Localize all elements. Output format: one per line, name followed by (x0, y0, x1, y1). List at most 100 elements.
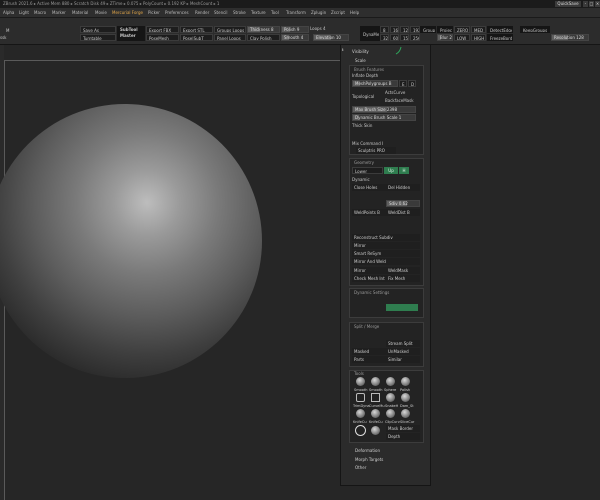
sculptris-pro-button[interactable]: Sculptris PRO (356, 147, 396, 154)
weld-mask-button[interactable]: WeldMask (386, 267, 420, 274)
menu-picker[interactable]: Picker (148, 10, 160, 15)
close-holes-button[interactable]: Close Holes (352, 184, 386, 191)
masked-button[interactable]: Masked (352, 348, 386, 355)
mix-command-label[interactable]: Mix Command I (352, 141, 383, 146)
menu-texture[interactable]: Texture (251, 10, 266, 15)
minimize-button[interactable]: - (583, 1, 588, 7)
mirror2-button[interactable]: Mirror (352, 267, 386, 274)
dynamic-subdiv-label[interactable]: Dynamic (352, 177, 370, 182)
res-192-button[interactable]: 192 (410, 26, 420, 33)
turntable-button[interactable]: Turntable (80, 34, 116, 41)
blur-slider[interactable]: Blur 2 (437, 34, 453, 41)
menu-mercurial-forge[interactable]: Mercurial Forge (112, 10, 143, 15)
meshpoly-d-button[interactable]: D (408, 80, 416, 87)
quicksave-button[interactable]: QuickSave (555, 1, 581, 7)
menu-zscript[interactable]: Zscript (331, 10, 345, 15)
similar-button[interactable]: Similar (386, 356, 420, 363)
weld-dist-button[interactable]: WeldDist B (386, 209, 420, 216)
smooth-slider[interactable]: Smooth 4 (281, 34, 309, 41)
menu-help[interactable]: Help (350, 10, 359, 15)
export-stl-button[interactable]: Export STL (180, 26, 213, 33)
menu-zplugin[interactable]: Zplugin (311, 10, 326, 15)
smooth2-tool-icon[interactable] (371, 377, 380, 386)
weld-points-button[interactable]: WeldPoints B (352, 209, 386, 216)
menu-tool[interactable]: Tool (271, 10, 279, 15)
resolution-slider[interactable]: Resolution 128 (551, 34, 589, 41)
menu-render[interactable]: Render (195, 10, 209, 15)
mirror-and-weld-button[interactable]: Mirror And Weld (352, 258, 420, 265)
panel-loops-button[interactable]: Panel Loops (214, 34, 246, 41)
med-button[interactable]: MED (471, 26, 486, 33)
slice-curve-tool-icon[interactable] (401, 409, 410, 418)
parts-button[interactable]: Parts (352, 356, 386, 363)
close-button[interactable]: × (595, 1, 600, 7)
subtool-master-button[interactable]: SubTool Master (117, 26, 145, 41)
max-brush-size-slider[interactable]: Max Brush Size 2398 (352, 106, 416, 113)
acts-curve-label[interactable]: ActsCurve (385, 90, 405, 95)
polish-tool-icon[interactable] (401, 377, 410, 386)
loops-slider[interactable]: Loops 4 (310, 26, 326, 31)
detect-edges-toggle[interactable]: DetectEdges (487, 26, 513, 33)
menu-marker[interactable]: Marker (52, 10, 66, 15)
res-256-button[interactable]: 256 (410, 34, 420, 41)
geometry-h-button[interactable]: H (399, 167, 409, 174)
menu-transform[interactable]: Transform (286, 10, 306, 15)
history-icon[interactable] (355, 425, 366, 436)
other-section[interactable]: Other (355, 465, 366, 470)
high-button[interactable]: HIGH (471, 34, 486, 41)
smooth-tool-icon[interactable] (356, 377, 365, 386)
geometry-lower-button[interactable]: Lower (352, 167, 383, 174)
dynamic-settings-color-swatch[interactable] (386, 304, 418, 311)
dynamesh-button[interactable]: DynaMesh (360, 26, 380, 41)
maximize-button[interactable]: □ (589, 1, 594, 7)
scale-section[interactable]: Scale (355, 58, 366, 63)
deformation-section[interactable]: Deformation (355, 448, 380, 453)
stream-split-button[interactable]: Stream Split (386, 340, 420, 347)
res-32-button[interactable]: 32 (380, 34, 389, 41)
info-icon[interactable]: ℹ (342, 47, 344, 52)
menu-stencil[interactable]: Stencil (214, 10, 228, 15)
knife-curve-tool-icon[interactable] (356, 409, 365, 418)
morph-targets-section[interactable]: Morph Targets (355, 457, 383, 462)
smart-resym-button[interactable]: Smart ReSym (352, 250, 420, 257)
menu-material[interactable]: Material (72, 10, 88, 15)
geometry-up-button[interactable]: Up (384, 167, 398, 174)
dynamic-brush-scale-slider[interactable]: Dynamic Brush Scale 1 (352, 114, 416, 121)
zero-button[interactable]: ZERO (454, 26, 470, 33)
res-152-button[interactable]: 152 (400, 34, 409, 41)
dam-standard-tool-icon[interactable] (401, 393, 410, 402)
sculpt-sphere[interactable] (0, 104, 262, 378)
low-button[interactable]: LOW (454, 34, 470, 41)
unmasked-button[interactable]: UnMasked (386, 348, 420, 355)
visibility-section[interactable]: Visibility (352, 49, 369, 54)
trim-dynamic-tool-icon[interactable] (356, 393, 365, 402)
check-mesh-int-button[interactable]: Check Mesh Int (352, 275, 386, 282)
mask-border-button[interactable]: Mask Border (386, 425, 420, 432)
snake-hook-tool-icon[interactable] (386, 393, 395, 402)
thickness-slider[interactable]: Thickness 8 (247, 26, 280, 33)
res-128-button[interactable]: 128 (400, 26, 409, 33)
save-as-button[interactable]: Save As (80, 26, 116, 33)
mask-tool-icon[interactable] (371, 426, 380, 435)
menu-stroke[interactable]: Stroke (233, 10, 246, 15)
thick-skin-toggle[interactable]: Thick Skin (352, 123, 372, 128)
menu-light[interactable]: Light (19, 10, 29, 15)
freeze-border-toggle[interactable]: FreezeBorder (487, 34, 513, 41)
menu-preferences[interactable]: Preferences (165, 10, 189, 15)
res-60-button[interactable]: 60 (390, 34, 399, 41)
fix-mesh-button[interactable]: Fix Mesh (386, 275, 420, 282)
curve-multi-tool-icon[interactable] (371, 393, 380, 402)
clip-curve-tool-icon[interactable] (386, 409, 395, 418)
groups-loops-button[interactable]: Groups Loops (214, 26, 246, 33)
sdiv-slider[interactable]: Sdiv 0.62 (386, 200, 420, 207)
res-16-button[interactable]: 16 (390, 26, 399, 33)
sphere-tool-icon[interactable] (386, 377, 395, 386)
del-hidden-button[interactable]: Del Hidden (386, 184, 420, 191)
depth-button[interactable]: Depth (386, 433, 420, 440)
menu-alpha[interactable]: Alpha (3, 10, 14, 15)
res-8-button[interactable]: 8 (380, 26, 389, 33)
keep-groups-toggle[interactable]: KeepGroups (520, 26, 550, 33)
clay-polish-button[interactable]: Clay Polish (247, 34, 280, 41)
backface-mask-label[interactable]: BackfaceMask (385, 98, 414, 103)
posemesh-button[interactable]: PoseMesh (146, 34, 179, 41)
